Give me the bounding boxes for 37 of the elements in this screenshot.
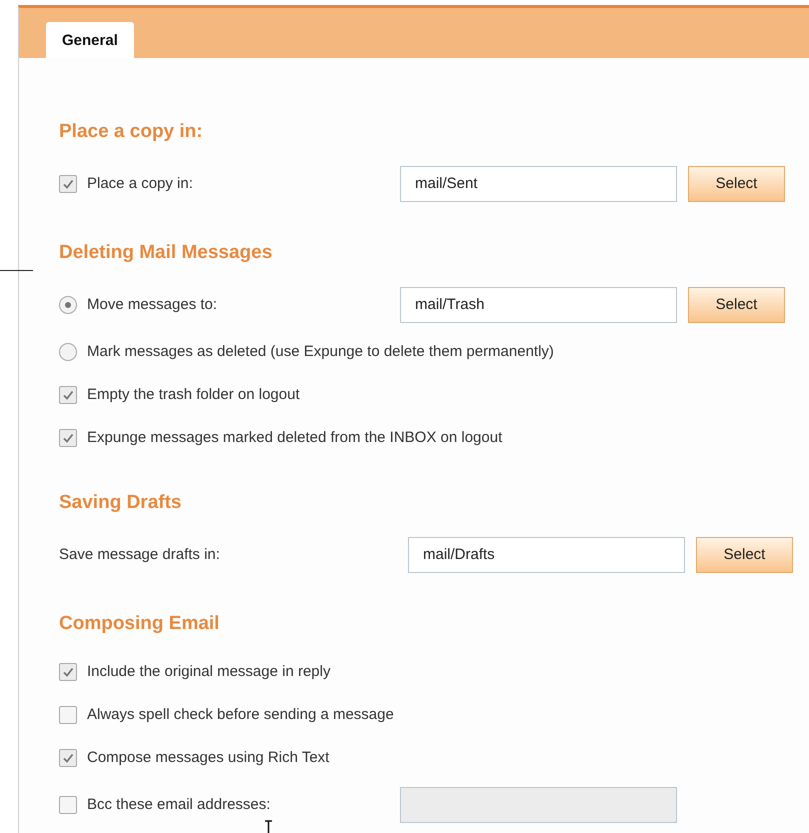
select-button[interactable]: Select [688, 286, 785, 322]
option-label: Place a copy in: [87, 175, 193, 192]
option-label: Include the original message in reply [87, 663, 330, 680]
radio-button[interactable] [59, 342, 77, 360]
option-label: Move messages to: [87, 296, 218, 313]
option-label: Expunge messages marked deleted from the INBOX on logout [87, 429, 502, 446]
option-label: Compose messages using Rich Text [87, 749, 330, 766]
option-label: Empty the trash folder on logout [87, 386, 300, 403]
section-heading: Composing Email [59, 612, 220, 636]
option-label: Always spell check before sending a message [87, 706, 394, 723]
option-label: Bcc these email addresses: [87, 796, 270, 813]
text-cursor-icon [264, 820, 273, 833]
tab[interactable]: General [46, 22, 134, 58]
leader-line [0, 270, 33, 271]
check-icon [62, 432, 74, 444]
check-icon [62, 178, 74, 190]
checkbox[interactable] [59, 706, 77, 724]
check-icon [62, 388, 74, 400]
option-label: Save message drafts in: [59, 546, 220, 563]
check-icon [62, 666, 74, 678]
radio-button[interactable] [59, 296, 77, 314]
section-heading: Saving Drafts [59, 491, 182, 515]
checkbox[interactable] [59, 428, 77, 446]
checkbox[interactable] [59, 662, 77, 680]
section-heading: Deleting Mail Messages [59, 241, 274, 265]
checkbox[interactable] [59, 174, 77, 192]
check-icon [62, 752, 74, 764]
option-label: Mark messages as deleted (use Expunge to delete them permanently) [87, 343, 554, 360]
checkbox[interactable] [59, 748, 77, 766]
select-button[interactable]: Select [688, 166, 785, 202]
section-heading: Place a copy in: [59, 120, 204, 144]
checkbox[interactable] [59, 386, 77, 404]
folder-field[interactable]: mail/Trash [400, 286, 677, 322]
folder-field[interactable]: mail/Drafts [408, 536, 685, 572]
select-button[interactable]: Select [696, 536, 793, 572]
checkbox[interactable] [59, 796, 77, 814]
folder-field[interactable]: mail/Sent [400, 166, 677, 202]
